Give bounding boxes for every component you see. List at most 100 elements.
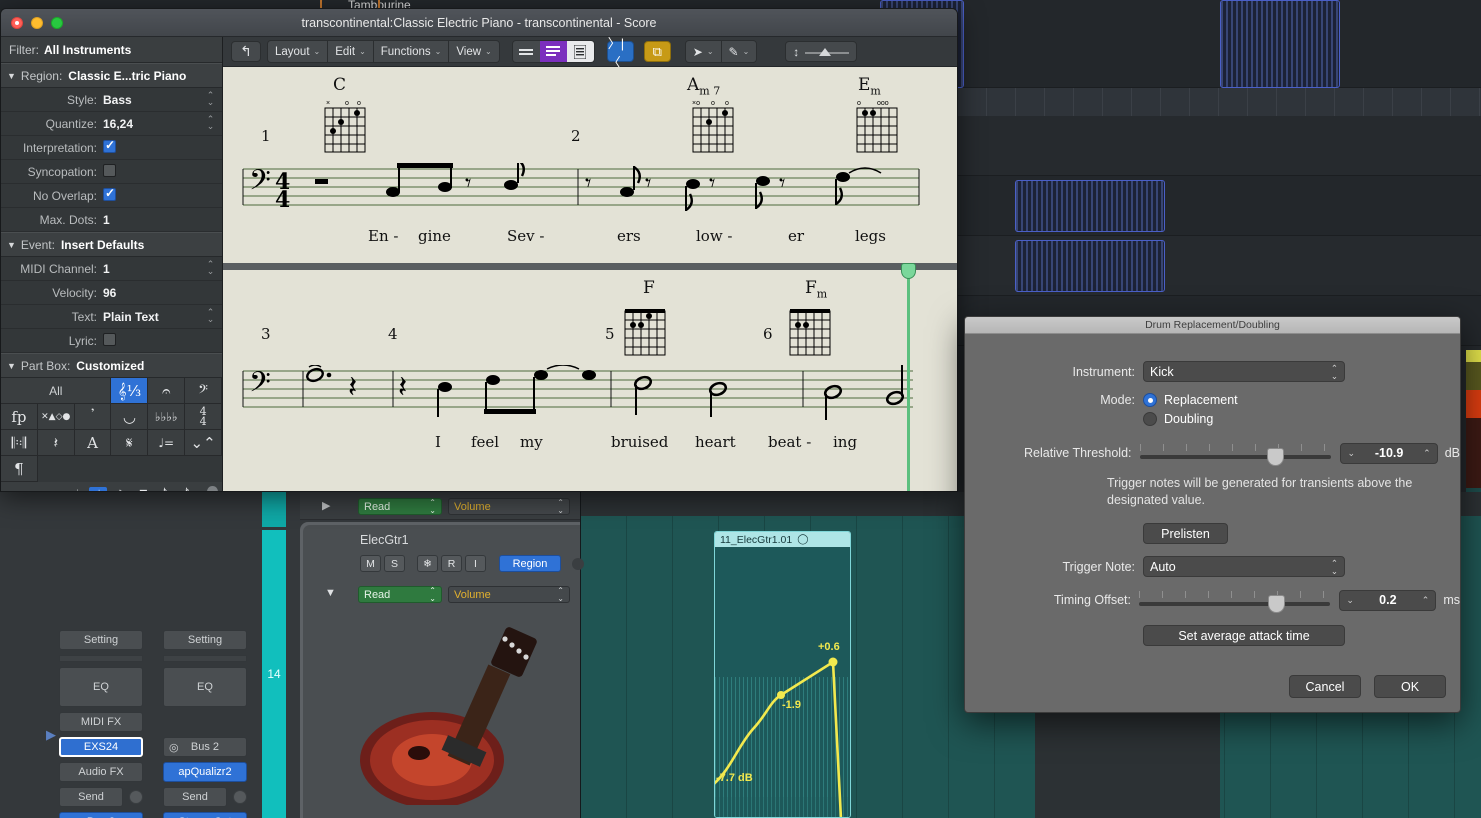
partbox-pedal-icon[interactable]: 𝄐 [148, 378, 185, 404]
partbox-segno-icon[interactable]: 𝄋 [111, 430, 148, 456]
param-syncopation[interactable]: Syncopation: [1, 160, 222, 184]
lyric-syllable[interactable]: gine [418, 227, 451, 245]
chord-diagram[interactable] [788, 300, 834, 358]
param-text[interactable]: Text: Plain Text ⌃⌄ [1, 305, 222, 329]
lyric-checkbox[interactable] [103, 333, 116, 346]
region-header[interactable]: 11_ElecGtr1.01 ◯ [715, 532, 850, 547]
note-value-item[interactable]: 𝅘𝅥𝅱 [177, 487, 195, 493]
automation-param-select[interactable]: Volume ⌃⌄ [448, 586, 570, 603]
param-max-dots[interactable]: Max. Dots: 1 [1, 208, 222, 232]
partbox-tuplet-icon[interactable]: 𝄞⅓ [111, 378, 148, 404]
lyric-syllable[interactable]: bruised [611, 433, 668, 451]
note-value-item[interactable]: 𝅘𝅥𝅰 [155, 487, 173, 493]
bg-audio-region[interactable] [1220, 0, 1340, 88]
stepper-icon[interactable]: ⌃⌄ [205, 309, 216, 325]
param-quantize[interactable]: Quantize: 16,24 ⌃⌄ [1, 112, 222, 136]
playhead[interactable] [907, 265, 910, 492]
partbox-clef-icon[interactable]: 𝄢 [185, 378, 222, 404]
note-value-item[interactable]: 𝅝 [45, 487, 63, 493]
lyric-syllable[interactable]: ing [833, 433, 857, 451]
interpretation-checkbox[interactable] [103, 140, 116, 153]
param-lyric[interactable]: Lyric: [1, 329, 222, 353]
lyric-syllable[interactable]: beat - [768, 433, 811, 451]
output-slot[interactable]: Stereo Out [163, 812, 247, 818]
lyric-syllable[interactable]: ers [617, 227, 641, 245]
automation-mode-select[interactable]: Read ⌃⌄ [358, 586, 442, 603]
eq-button[interactable]: EQ [163, 667, 247, 707]
staff-system-1[interactable]: 1 2 C ×oo [223, 67, 957, 263]
partbox-rest-icon[interactable]: 𝄽 [38, 430, 75, 456]
instrument-filter[interactable]: Filter: All Instruments [1, 37, 222, 63]
send-slot[interactable]: Send [59, 787, 123, 807]
region-loop-icon[interactable]: ◯ [797, 534, 808, 545]
output-slot[interactable]: Bus 2 [59, 812, 143, 818]
chord-symbol[interactable]: Fm [805, 278, 827, 300]
partbox-time-signature-icon[interactable]: 44 [185, 404, 222, 430]
ok-button[interactable]: OK [1374, 675, 1446, 698]
send-level-knob[interactable] [233, 790, 247, 804]
chord-symbol[interactable]: Am 7 [687, 75, 720, 97]
timing-offset-slider[interactable] [1139, 589, 1330, 611]
minimize-window-button[interactable] [31, 17, 43, 29]
relative-threshold-field[interactable]: ⌄ -10.9 ⌃ [1340, 443, 1437, 464]
disclosure-triangle-icon[interactable]: ▼ [325, 587, 336, 599]
menu-edit[interactable]: Edit ⌄ [328, 41, 374, 62]
chord-diagram[interactable]: ×ooo [691, 97, 737, 155]
lyric-syllable[interactable]: En - [368, 227, 398, 245]
note-value-item[interactable]: ♪ [111, 487, 129, 493]
bg-audio-region[interactable] [1015, 180, 1165, 232]
event-section-header[interactable]: ▼ Event: Insert Defaults [1, 232, 222, 257]
lyric-syllable[interactable]: Sev - [507, 227, 544, 245]
link-icon[interactable]: ⧉ [644, 41, 671, 62]
note-value-item[interactable]: 𝅗𝅥 [67, 487, 85, 493]
page-view-icon[interactable] [540, 41, 567, 62]
param-midi-channel[interactable]: MIDI Channel: 1 ⌃⌄ [1, 257, 222, 281]
automation-indicator[interactable] [572, 558, 584, 570]
note-value-item[interactable]: ♬ [133, 487, 151, 493]
decrement-icon[interactable]: ⌄ [1346, 595, 1354, 606]
partbox-key-signature-icon[interactable]: ♭♭♭♭ [148, 404, 185, 430]
partbox-dynamics-icon[interactable]: fp [1, 404, 38, 430]
instrument-slot[interactable]: EXS24 [59, 737, 143, 757]
param-no-overlap[interactable]: No Overlap: [1, 184, 222, 208]
stepper-icon[interactable]: ⌃⌄ [205, 116, 216, 132]
gain-slot[interactable] [163, 655, 247, 662]
set-average-attack-time-button[interactable]: Set average attack time [1143, 625, 1345, 646]
param-velocity[interactable]: Velocity: 96 [1, 281, 222, 305]
send-slot[interactable]: Send [163, 787, 227, 807]
partbox-trill-icon[interactable]: ⌄⌃ [185, 430, 222, 456]
partbox-noteheads-icon[interactable]: ✕▲◇● [38, 404, 75, 430]
prelisten-button[interactable]: Prelisten [1143, 523, 1228, 544]
input-slot[interactable]: ◎ Bus 2 [163, 737, 247, 757]
staff-2[interactable]: 𝄢 𝄽 𝄽 [223, 365, 939, 425]
vertical-zoom-icon[interactable]: ↕ [785, 41, 857, 62]
menu-layout[interactable]: Layout ⌄ [268, 41, 328, 62]
chord-symbol[interactable]: F [643, 278, 655, 298]
bg-audio-region[interactable] [1015, 240, 1165, 292]
partbox-paragraph-icon[interactable]: ¶ [1, 456, 38, 482]
staff-1[interactable]: 𝄢 4 4 𝄾 [223, 163, 939, 219]
track-name[interactable]: ElecGtr1 [360, 533, 409, 547]
close-window-button[interactable] [11, 17, 23, 29]
doubling-radio[interactable] [1143, 412, 1157, 426]
disclosure-triangle-icon[interactable]: ▼ [7, 71, 16, 81]
note-value-item[interactable]: 𝅘 [23, 487, 41, 493]
partbox-section-header[interactable]: ▼ Part Box: Customized [1, 353, 222, 378]
menu-view[interactable]: View ⌄ [449, 41, 498, 62]
score-window[interactable]: transcontinental:Classic Electric Piano … [0, 8, 958, 492]
chord-diagram[interactable]: oooo [855, 97, 901, 155]
decrement-icon[interactable]: ⌄ [1347, 448, 1355, 459]
disclosure-triangle-icon[interactable]: ▶ [322, 499, 330, 512]
chord-diagram[interactable] [623, 300, 669, 358]
solo-button[interactable]: S [384, 555, 405, 572]
send-level-knob[interactable] [129, 790, 143, 804]
score-window-titlebar[interactable]: transcontinental:Classic Electric Piano … [1, 9, 957, 37]
partbox-tempo-icon[interactable]: ♩= [148, 430, 185, 456]
no-overlap-checkbox[interactable] [103, 188, 116, 201]
instrument-select[interactable]: Kick ⌃⌄ [1143, 361, 1345, 382]
plugin-slot[interactable]: apQualizr2 [163, 762, 247, 782]
stepper-icon[interactable]: ⌃⌄ [205, 261, 216, 277]
lyric-syllable[interactable]: I [435, 433, 441, 451]
param-interpretation[interactable]: Interpretation: [1, 136, 222, 160]
slider-thumb[interactable] [1268, 595, 1285, 613]
